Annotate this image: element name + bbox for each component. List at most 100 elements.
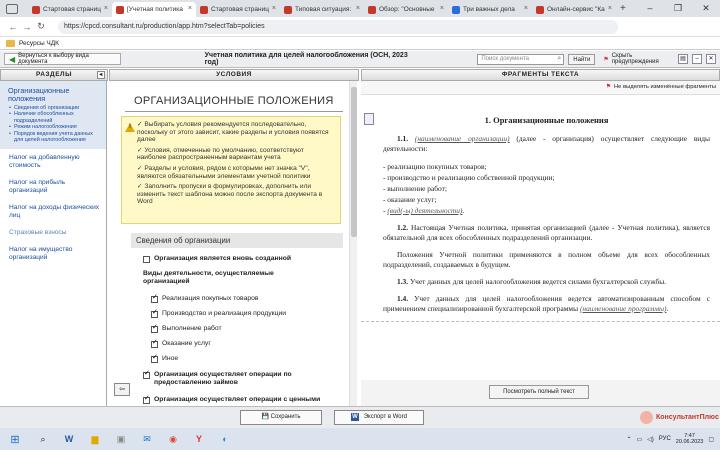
browser-tab[interactable]: Типовая ситуация: ×: [280, 2, 364, 17]
fragments-panel: ⚑ Не выделять изменённые фрагменты 1. Ор…: [361, 81, 720, 406]
minimize-panel-icon[interactable]: –: [692, 54, 703, 64]
section-item[interactable]: Страховые взносы: [0, 224, 106, 241]
hide-warnings-toggle[interactable]: ⚑ Скрыть предупреждения: [603, 53, 678, 65]
conditions-scrollbar[interactable]: [349, 81, 357, 406]
section-item[interactable]: Налог на имущество организаций: [0, 241, 106, 266]
bookmark-folder[interactable]: Ресурсы ЧДК: [19, 40, 59, 47]
browser-tab[interactable]: Стартовая страниц ×: [196, 2, 280, 17]
activity-option[interactable]: Производство и реализация продукции: [151, 309, 286, 318]
browser-tab[interactable]: Обзор: "Основные ×: [364, 2, 448, 17]
save-button[interactable]: 💾 Сохранить: [240, 410, 322, 425]
fragments-header-label: ФРАГМЕНТЫ ТЕКСТА: [501, 71, 580, 78]
browser-tab[interactable]: Стартовая страниц ×: [28, 2, 112, 17]
show-changes-toggle[interactable]: ⚑ Не выделять изменённые фрагменты: [606, 84, 716, 90]
sections-header-label: РАЗДЕЛЫ: [36, 71, 72, 78]
find-button[interactable]: Найти: [568, 53, 596, 65]
section-selected-label: Организационные положения: [8, 86, 70, 103]
activity-checkbox[interactable]: [151, 339, 158, 348]
new-org-option[interactable]: Организация является вновь созданной: [143, 255, 291, 263]
tab-close-icon[interactable]: ×: [188, 5, 192, 12]
minimize-icon[interactable]: –: [636, 0, 664, 17]
program-placeholder: (наименование программы): [579, 304, 667, 313]
activity-option[interactable]: Выполнение работ: [151, 324, 222, 333]
para-num: 1.2.: [397, 223, 409, 232]
tab-favicon-icon: [368, 5, 376, 14]
back-arrow-icon[interactable]: ←: [6, 22, 20, 32]
tab-close-icon[interactable]: ×: [440, 5, 444, 12]
securities-option[interactable]: Организация осуществляет операции с ценн…: [143, 395, 343, 404]
store-icon[interactable]: ▣: [110, 431, 132, 447]
mail-icon[interactable]: ✉: [136, 431, 158, 447]
folder-icon: [6, 39, 15, 47]
tab-close-icon[interactable]: ×: [608, 5, 612, 12]
section-item[interactable]: Налог на добавленную стоимость: [0, 149, 106, 174]
edge-icon[interactable]: ◐: [214, 431, 236, 447]
collapse-left-icon[interactable]: ◂: [97, 71, 105, 79]
yandex-icon[interactable]: Y: [188, 431, 210, 447]
activity-checkbox[interactable]: [151, 294, 158, 303]
browser-tab[interactable]: [Учетная политика ×: [112, 2, 196, 17]
section-subitem[interactable]: Порядок ведения учета данных для целей н…: [8, 131, 102, 144]
section-item[interactable]: Налог на доходы физических лиц: [0, 199, 106, 224]
close-window-icon[interactable]: ✕: [692, 0, 720, 17]
search-icon: ⌕: [557, 54, 562, 62]
section-selected[interactable]: Организационные положения Сведения об ор…: [0, 81, 106, 150]
tab-close-icon[interactable]: ×: [104, 5, 108, 12]
tab-close-icon[interactable]: ×: [356, 5, 360, 12]
tab-favicon-icon: [116, 5, 124, 14]
section-subitem[interactable]: Наличие обособленных подразделений: [8, 111, 102, 124]
tab-close-icon[interactable]: ×: [272, 5, 276, 12]
forward-arrow-icon[interactable]: →: [20, 22, 34, 32]
hint-line: ✓ Разделы и условия, рядом с которыми не…: [137, 164, 311, 180]
volume-icon[interactable]: ◁): [647, 436, 654, 443]
url-field[interactable]: https://cpcd.consultant.ru/production/ap…: [58, 19, 618, 34]
securities-checkbox[interactable]: [143, 395, 150, 404]
green-back-arrow-icon: ◀: [9, 54, 16, 64]
activity-checkbox[interactable]: [151, 354, 158, 363]
tray-arrow-icon[interactable]: ⌃: [626, 436, 631, 443]
activity-checkbox[interactable]: [151, 309, 158, 318]
new-org-checkbox[interactable]: [143, 256, 150, 263]
back-to-doc-type-button[interactable]: ◀ Вернуться к выбору вида документа: [4, 53, 121, 65]
para-text: Учет данных для целей налогообложения ве…: [408, 277, 667, 286]
scroll-thumb[interactable]: [351, 87, 357, 237]
loans-option[interactable]: Организация осуществляет операции по пре…: [143, 370, 343, 387]
browser-tab[interactable]: Онлайн-сервис "Ка ×: [532, 2, 616, 17]
window-menu-icon[interactable]: [6, 4, 18, 14]
word-app-icon[interactable]: W: [58, 431, 80, 447]
activity-option[interactable]: Реализация покупных товаров: [151, 294, 259, 303]
close-panel-icon[interactable]: ✕: [706, 54, 717, 64]
clock-date: 20.06.2023: [675, 439, 704, 445]
hint-box: ✓ Выбирать условия рекомендуется последо…: [121, 116, 341, 224]
taskbar-search-icon[interactable]: ⌕: [32, 431, 54, 447]
activity-label: Иное: [162, 355, 179, 362]
conditions-header-label: УСЛОВИЯ: [216, 71, 252, 78]
network-icon[interactable]: ▭: [636, 436, 642, 443]
export-word-button[interactable]: W Экспорт в Word: [334, 410, 424, 425]
view-full-text-button[interactable]: Посмотреть полный текст: [489, 385, 589, 399]
save-label: Сохранить: [270, 414, 301, 420]
windows-start-icon[interactable]: ⊞: [0, 433, 30, 446]
chrome-icon[interactable]: ◉: [162, 431, 184, 447]
expand-left-arrow-icon[interactable]: ⇦: [114, 383, 130, 396]
section-item[interactable]: Налог на прибыль организаций: [0, 174, 106, 199]
activity-option[interactable]: Иное: [151, 354, 179, 363]
fragment-para: 1.1. (наименование организации) (далее -…: [383, 134, 710, 154]
clock[interactable]: 7:47 20.06.2023: [676, 433, 704, 446]
tab-close-icon[interactable]: ×: [524, 5, 528, 12]
search-input[interactable]: Поиск документа ⌕: [477, 53, 565, 65]
loans-checkbox[interactable]: [143, 370, 150, 379]
reload-icon[interactable]: ↻: [34, 21, 48, 32]
print-icon[interactable]: ▤: [678, 54, 689, 64]
lang-indicator[interactable]: РУС: [659, 436, 671, 442]
browser-tab[interactable]: Три важных дела ×: [448, 2, 532, 17]
new-tab-button[interactable]: +: [620, 2, 626, 17]
document-title: Учетная политика для целей налогообложен…: [204, 52, 408, 66]
maximize-icon[interactable]: ❐: [664, 0, 692, 17]
url-text: https://cpcd.consultant.ru/production/ap…: [64, 23, 265, 30]
explorer-icon[interactable]: ▆: [84, 431, 106, 447]
activity-option[interactable]: Оказание услуг: [151, 339, 211, 348]
notifications-icon[interactable]: ▢: [708, 436, 714, 443]
tab-favicon-icon: [284, 5, 292, 14]
activity-checkbox[interactable]: [151, 324, 158, 333]
